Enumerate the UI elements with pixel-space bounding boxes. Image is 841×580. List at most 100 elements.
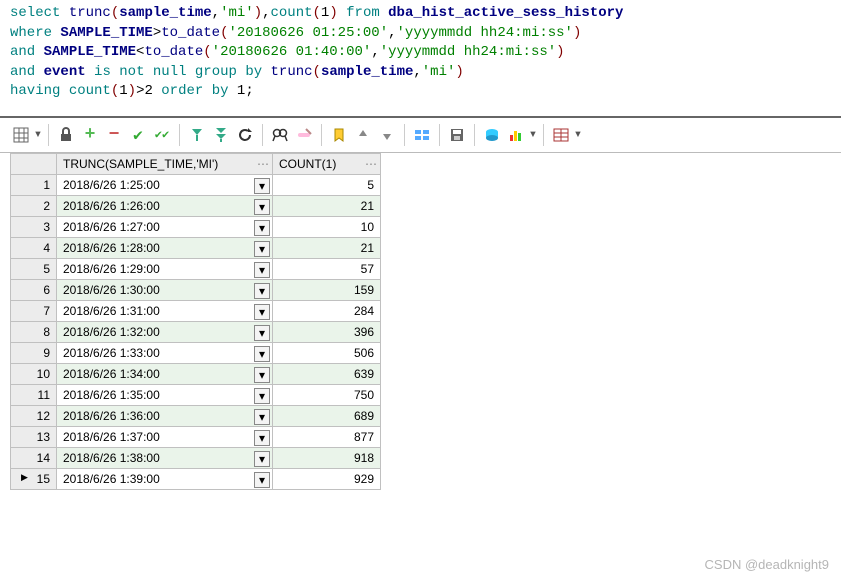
cell-dropdown-icon[interactable]: ▾	[254, 241, 270, 257]
table-row[interactable]: 12018/6/26 1:25:00▾5	[11, 174, 381, 195]
compare-icon[interactable]	[411, 124, 433, 146]
cell-trunc-time[interactable]: 2018/6/26 1:39:00▾	[57, 468, 273, 489]
table-row[interactable]: 152018/6/26 1:39:00▾929	[11, 468, 381, 489]
row-number[interactable]: 6	[11, 279, 57, 300]
add-row-icon[interactable]: +	[79, 124, 101, 146]
table-row[interactable]: 62018/6/26 1:30:00▾159	[11, 279, 381, 300]
grid-options-icon[interactable]	[10, 124, 32, 146]
cell-count[interactable]: 5	[273, 174, 381, 195]
single-record-icon[interactable]	[481, 124, 503, 146]
row-number[interactable]: 5	[11, 258, 57, 279]
row-number[interactable]: 10	[11, 363, 57, 384]
cell-trunc-time[interactable]: 2018/6/26 1:31:00▾	[57, 300, 273, 321]
sql-editor[interactable]: select trunc(sample_time,'mi'),count(1) …	[0, 0, 841, 110]
cell-dropdown-icon[interactable]: ▾	[254, 430, 270, 446]
cell-trunc-time[interactable]: 2018/6/26 1:26:00▾	[57, 195, 273, 216]
cell-dropdown-icon[interactable]: ▾	[254, 304, 270, 320]
table-row[interactable]: 112018/6/26 1:35:00▾750	[11, 384, 381, 405]
cell-dropdown-icon[interactable]: ▾	[254, 451, 270, 467]
commit-all-icon[interactable]: ✔✔	[151, 124, 173, 146]
cell-count[interactable]: 396	[273, 321, 381, 342]
cell-trunc-time[interactable]: 2018/6/26 1:33:00▾	[57, 342, 273, 363]
cell-dropdown-icon[interactable]: ▾	[254, 367, 270, 383]
refresh-icon[interactable]	[234, 124, 256, 146]
cell-count[interactable]: 918	[273, 447, 381, 468]
bookmark-down-icon[interactable]	[376, 124, 398, 146]
row-number[interactable]: 12	[11, 405, 57, 426]
clear-filter-icon[interactable]	[293, 124, 315, 146]
fetch-next-icon[interactable]	[186, 124, 208, 146]
cell-dropdown-icon[interactable]: ▾	[254, 283, 270, 299]
cell-trunc-time[interactable]: 2018/6/26 1:38:00▾	[57, 447, 273, 468]
row-number[interactable]: 15	[11, 468, 57, 489]
cell-count[interactable]: 10	[273, 216, 381, 237]
lock-icon[interactable]	[55, 124, 77, 146]
table-row[interactable]: 22018/6/26 1:26:00▾21	[11, 195, 381, 216]
sort-indicator-icon[interactable]: ⋯	[256, 157, 270, 171]
cell-count[interactable]: 57	[273, 258, 381, 279]
row-indicator-header[interactable]	[11, 153, 57, 174]
table-row[interactable]: 82018/6/26 1:32:00▾396	[11, 321, 381, 342]
table-view-icon[interactable]	[550, 124, 572, 146]
cell-count[interactable]: 159	[273, 279, 381, 300]
results-grid[interactable]: TRUNC(SAMPLE_TIME,'MI')⋯ COUNT(1)⋯ 12018…	[10, 153, 381, 490]
bookmark-up-icon[interactable]	[352, 124, 374, 146]
row-number[interactable]: 2	[11, 195, 57, 216]
row-number[interactable]: 7	[11, 300, 57, 321]
cell-dropdown-icon[interactable]: ▾	[254, 262, 270, 278]
column-header-count[interactable]: COUNT(1)⋯	[273, 153, 381, 174]
save-icon[interactable]	[446, 124, 468, 146]
commit-icon[interactable]: ✔	[127, 124, 149, 146]
cell-trunc-time[interactable]: 2018/6/26 1:28:00▾	[57, 237, 273, 258]
cell-count[interactable]: 750	[273, 384, 381, 405]
dropdown-arrow-icon[interactable]: ▾	[574, 124, 582, 146]
cell-dropdown-icon[interactable]: ▾	[254, 220, 270, 236]
cell-count[interactable]: 877	[273, 426, 381, 447]
table-row[interactable]: 92018/6/26 1:33:00▾506	[11, 342, 381, 363]
find-icon[interactable]	[269, 124, 291, 146]
cell-trunc-time[interactable]: 2018/6/26 1:25:00▾	[57, 174, 273, 195]
table-row[interactable]: 32018/6/26 1:27:00▾10	[11, 216, 381, 237]
delete-row-icon[interactable]: −	[103, 124, 125, 146]
table-row[interactable]: 102018/6/26 1:34:00▾639	[11, 363, 381, 384]
cell-count[interactable]: 929	[273, 468, 381, 489]
cell-trunc-time[interactable]: 2018/6/26 1:27:00▾	[57, 216, 273, 237]
table-row[interactable]: 42018/6/26 1:28:00▾21	[11, 237, 381, 258]
table-row[interactable]: 72018/6/26 1:31:00▾284	[11, 300, 381, 321]
row-number[interactable]: 11	[11, 384, 57, 405]
cell-trunc-time[interactable]: 2018/6/26 1:32:00▾	[57, 321, 273, 342]
cell-dropdown-icon[interactable]: ▾	[254, 472, 270, 488]
cell-dropdown-icon[interactable]: ▾	[254, 346, 270, 362]
cell-dropdown-icon[interactable]: ▾	[254, 388, 270, 404]
cell-trunc-time[interactable]: 2018/6/26 1:34:00▾	[57, 363, 273, 384]
cell-trunc-time[interactable]: 2018/6/26 1:30:00▾	[57, 279, 273, 300]
cell-trunc-time[interactable]: 2018/6/26 1:36:00▾	[57, 405, 273, 426]
bookmark-icon[interactable]	[328, 124, 350, 146]
cell-dropdown-icon[interactable]: ▾	[254, 409, 270, 425]
table-row[interactable]: 132018/6/26 1:37:00▾877	[11, 426, 381, 447]
cell-count[interactable]: 21	[273, 237, 381, 258]
cell-count[interactable]: 284	[273, 300, 381, 321]
sort-indicator-icon[interactable]: ⋯	[364, 157, 378, 171]
row-number[interactable]: 8	[11, 321, 57, 342]
row-number[interactable]: 9	[11, 342, 57, 363]
row-number[interactable]: 3	[11, 216, 57, 237]
dropdown-arrow-icon[interactable]: ▾	[34, 124, 42, 146]
cell-count[interactable]: 21	[273, 195, 381, 216]
pane-divider[interactable]	[0, 116, 841, 118]
row-number[interactable]: 4	[11, 237, 57, 258]
table-row[interactable]: 52018/6/26 1:29:00▾57	[11, 258, 381, 279]
cell-dropdown-icon[interactable]: ▾	[254, 199, 270, 215]
cell-count[interactable]: 506	[273, 342, 381, 363]
dropdown-arrow-icon[interactable]: ▾	[529, 124, 537, 146]
cell-count[interactable]: 689	[273, 405, 381, 426]
row-number[interactable]: 1	[11, 174, 57, 195]
cell-trunc-time[interactable]: 2018/6/26 1:29:00▾	[57, 258, 273, 279]
cell-dropdown-icon[interactable]: ▾	[254, 325, 270, 341]
cell-trunc-time[interactable]: 2018/6/26 1:37:00▾	[57, 426, 273, 447]
table-row[interactable]: 142018/6/26 1:38:00▾918	[11, 447, 381, 468]
cell-trunc-time[interactable]: 2018/6/26 1:35:00▾	[57, 384, 273, 405]
chart-view-icon[interactable]	[505, 124, 527, 146]
column-header-trunc[interactable]: TRUNC(SAMPLE_TIME,'MI')⋯	[57, 153, 273, 174]
cell-count[interactable]: 639	[273, 363, 381, 384]
